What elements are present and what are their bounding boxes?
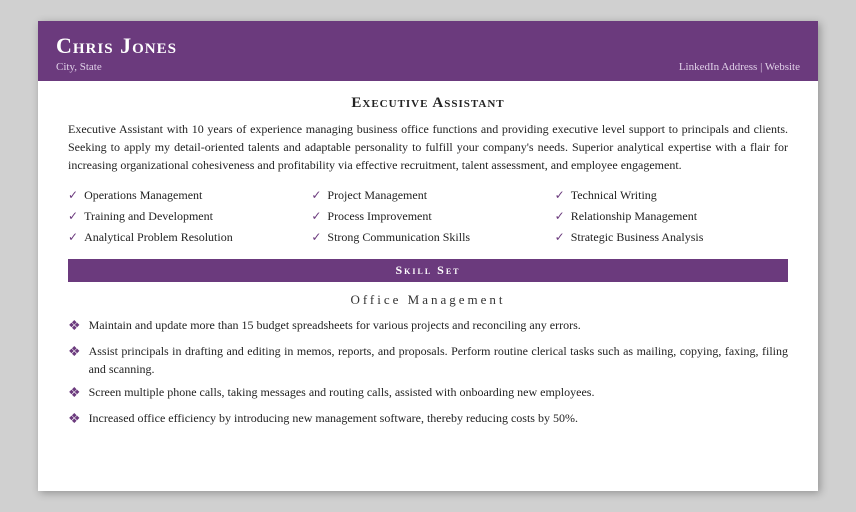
header-subline: City, State LinkedIn Address | Website xyxy=(56,59,800,73)
bullet-text: Increased office efficiency by introduci… xyxy=(89,409,578,427)
diamond-icon: ❖ xyxy=(68,342,81,363)
check-icon: ✓ xyxy=(555,230,565,245)
check-icon: ✓ xyxy=(68,209,78,224)
skills-grid: ✓ Operations Management ✓ Project Manage… xyxy=(68,186,788,247)
check-icon: ✓ xyxy=(555,188,565,203)
candidate-contact: LinkedIn Address | Website xyxy=(679,61,800,73)
header: Chris Jones City, State LinkedIn Address… xyxy=(38,21,818,81)
check-icon: ✓ xyxy=(555,209,565,224)
bullet-text: Assist principals in drafting and editin… xyxy=(89,342,788,378)
job-title: Executive Assistant xyxy=(68,95,788,112)
skill-item: ✓ Process Improvement xyxy=(311,207,544,226)
skill-label: Strong Communication Skills xyxy=(327,230,470,245)
skill-item: ✓ Training and Development xyxy=(68,207,301,226)
skill-item: ✓ Analytical Problem Resolution xyxy=(68,228,301,247)
check-icon: ✓ xyxy=(68,188,78,203)
skill-item: ✓ Strong Communication Skills xyxy=(311,228,544,247)
check-icon: ✓ xyxy=(311,209,321,224)
skill-label: Analytical Problem Resolution xyxy=(84,230,233,245)
skill-label: Project Management xyxy=(327,188,427,203)
candidate-name: Chris Jones xyxy=(56,33,800,59)
summary-text: Executive Assistant with 10 years of exp… xyxy=(68,120,788,174)
skill-label: Technical Writing xyxy=(571,188,657,203)
office-management-title: Office Management xyxy=(68,292,788,308)
skill-item: ✓ Technical Writing xyxy=(555,186,788,205)
bullet-text: Screen multiple phone calls, taking mess… xyxy=(89,383,595,401)
skill-label: Operations Management xyxy=(84,188,202,203)
list-item: ❖ Maintain and update more than 15 budge… xyxy=(68,316,788,337)
resume-body: Executive Assistant Executive Assistant … xyxy=(38,81,818,451)
skill-set-label: Skill Set xyxy=(395,263,460,277)
skill-item: ✓ Project Management xyxy=(311,186,544,205)
list-item: ❖ Assist principals in drafting and edit… xyxy=(68,342,788,378)
skill-set-bar: Skill Set xyxy=(68,259,788,282)
skill-item: ✓ Relationship Management xyxy=(555,207,788,226)
check-icon: ✓ xyxy=(68,230,78,245)
diamond-icon: ❖ xyxy=(68,409,81,430)
skill-label: Training and Development xyxy=(84,209,213,224)
check-icon: ✓ xyxy=(311,230,321,245)
list-item: ❖ Increased office efficiency by introdu… xyxy=(68,409,788,430)
bullet-list: ❖ Maintain and update more than 15 budge… xyxy=(68,316,788,430)
bullet-text: Maintain and update more than 15 budget … xyxy=(89,316,581,334)
skill-label: Process Improvement xyxy=(327,209,431,224)
resume-page: Chris Jones City, State LinkedIn Address… xyxy=(38,21,818,491)
check-icon: ✓ xyxy=(311,188,321,203)
skill-item: ✓ Operations Management xyxy=(68,186,301,205)
skill-label: Strategic Business Analysis xyxy=(571,230,704,245)
diamond-icon: ❖ xyxy=(68,316,81,337)
candidate-city: City, State xyxy=(56,61,102,73)
skill-item: ✓ Strategic Business Analysis xyxy=(555,228,788,247)
diamond-icon: ❖ xyxy=(68,383,81,404)
skill-label: Relationship Management xyxy=(571,209,697,224)
list-item: ❖ Screen multiple phone calls, taking me… xyxy=(68,383,788,404)
